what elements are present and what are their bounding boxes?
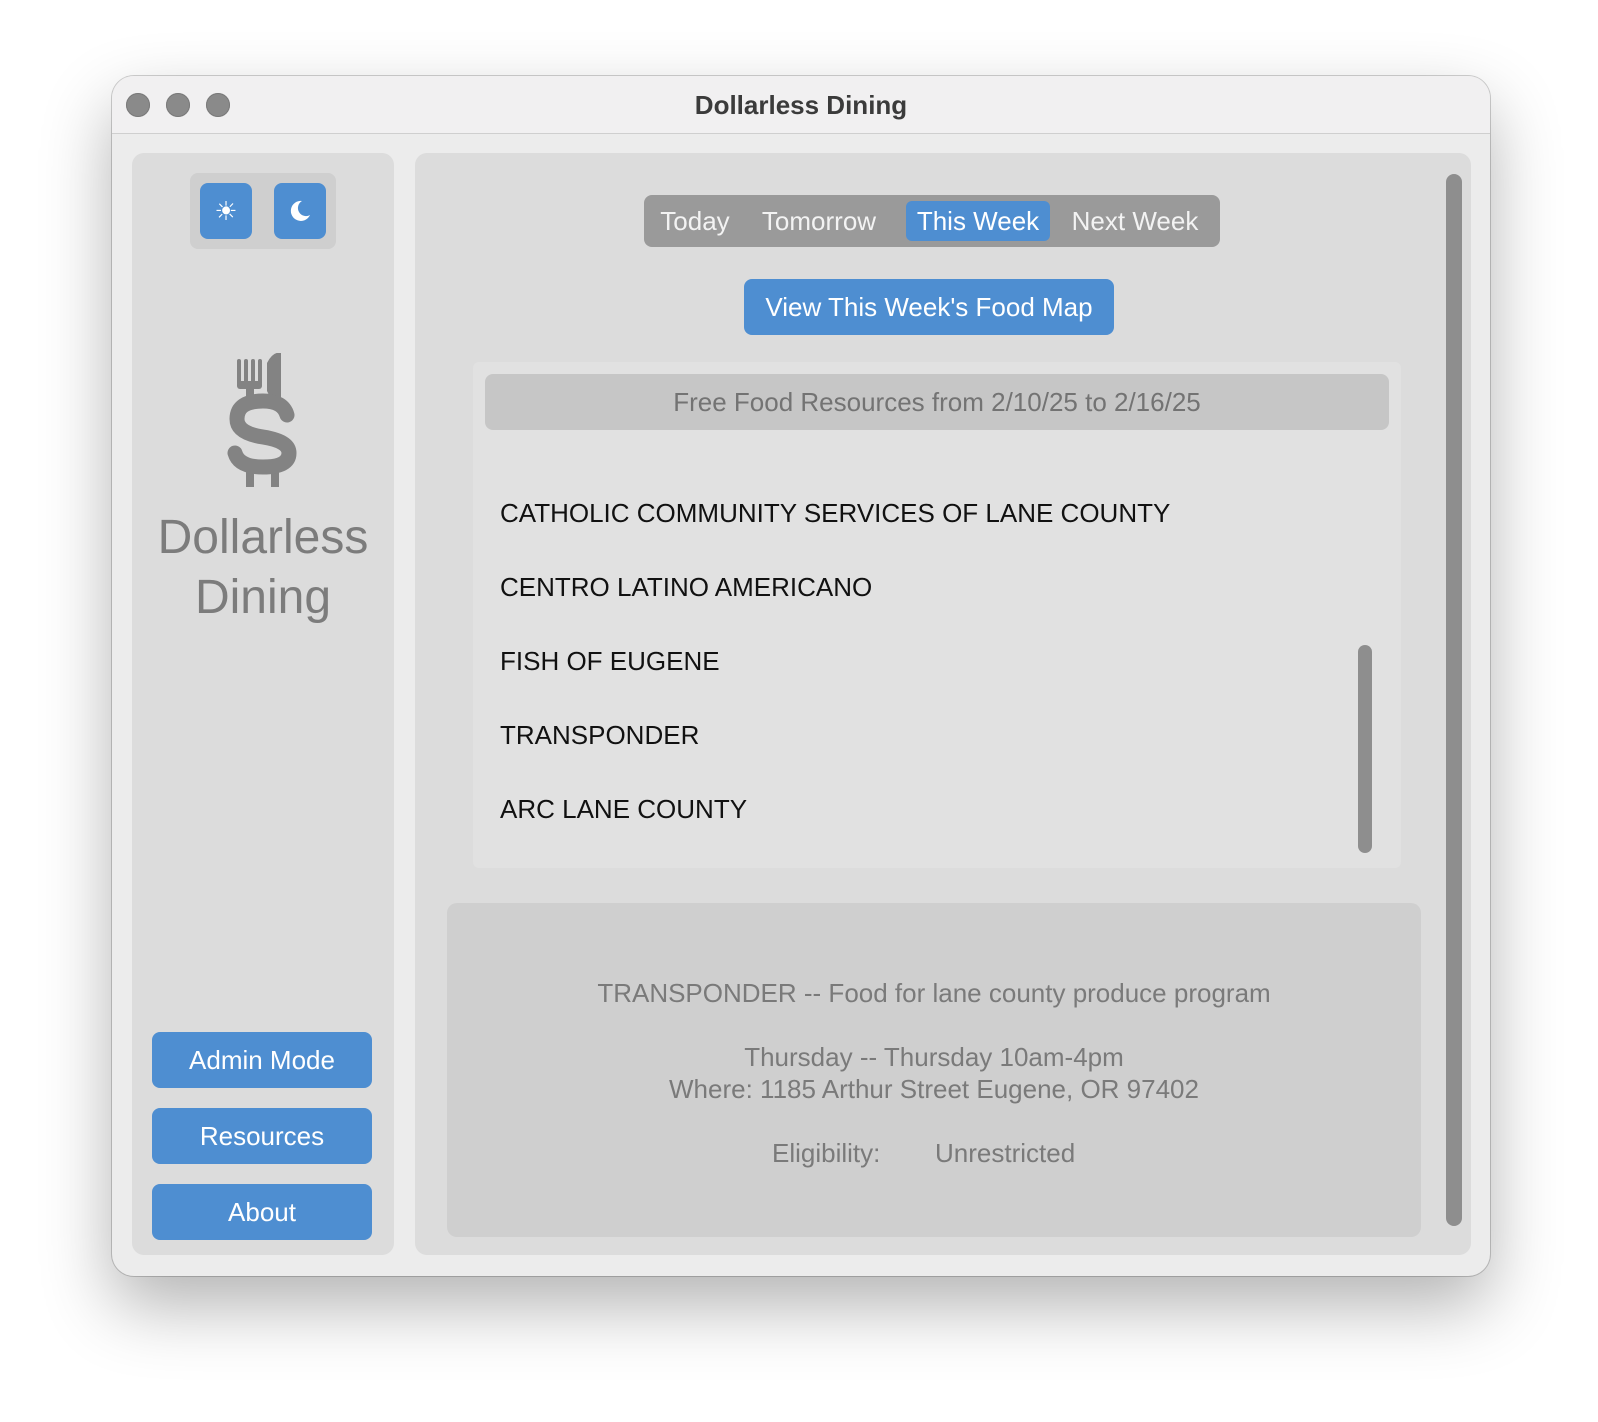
- sidebar: ☀ Dollarless Dining Admin Mode Resources…: [132, 153, 394, 1255]
- list-item[interactable]: CENTRO LATINO AMERICANO: [500, 567, 872, 607]
- detail-title: TRANSPONDER -- Food for lane county prod…: [597, 978, 1271, 1008]
- list-item[interactable]: TRANSPONDER: [500, 715, 699, 755]
- resource-list-header: Free Food Resources from 2/10/25 to 2/16…: [485, 374, 1389, 430]
- sun-icon: ☀: [214, 195, 238, 226]
- resources-button[interactable]: Resources: [152, 1108, 372, 1164]
- app-name-line-1: Dollarless: [157, 511, 369, 564]
- date-range-tabs: Today Tomorrow This Week Next Week: [644, 195, 1220, 247]
- theme-toggle-group: ☀: [190, 173, 336, 249]
- view-food-map-button[interactable]: View This Week's Food Map: [744, 279, 1114, 335]
- detail-address: Where: 1185 Arthur Street Eugene, OR 974…: [669, 1074, 1199, 1104]
- main-panel: Today Tomorrow This Week Next Week View …: [415, 153, 1471, 1255]
- main-scrollbar[interactable]: [1446, 174, 1462, 1226]
- list-item[interactable]: CATHOLIC COMMUNITY SERVICES OF LANE COUN…: [500, 493, 1170, 533]
- dark-mode-button[interactable]: [274, 183, 326, 239]
- fork-knife-dollar-logo: [227, 353, 297, 487]
- eligibility-value: Unrestricted: [935, 1138, 1076, 1168]
- about-button[interactable]: About: [152, 1184, 372, 1240]
- light-mode-button[interactable]: ☀: [200, 183, 252, 239]
- resource-list: Free Food Resources from 2/10/25 to 2/16…: [473, 362, 1401, 868]
- list-item[interactable]: FISH OF EUGENE: [500, 641, 720, 681]
- moon-icon: [290, 200, 310, 221]
- app-name-line-2: Dining: [194, 571, 332, 624]
- tab-this-week[interactable]: This Week: [906, 201, 1050, 241]
- app-window: Dollarless Dining ☀ Dollarless Dining Ad…: [112, 76, 1490, 1276]
- tab-today[interactable]: Today: [652, 201, 738, 241]
- tab-tomorrow[interactable]: Tomorrow: [754, 201, 884, 241]
- tab-next-week[interactable]: Next Week: [1060, 201, 1210, 241]
- eligibility-label: Eligibility:: [772, 1138, 881, 1168]
- resource-detail-panel: TRANSPONDER -- Food for lane county prod…: [447, 903, 1421, 1237]
- detail-schedule: Thursday -- Thursday 10am-4pm: [744, 1042, 1124, 1072]
- app-name: Dollarless Dining: [132, 508, 394, 628]
- admin-mode-button[interactable]: Admin Mode: [152, 1032, 372, 1088]
- list-item[interactable]: ARC LANE COUNTY: [500, 789, 747, 829]
- list-scrollbar[interactable]: [1358, 645, 1372, 853]
- window-title: Dollarless Dining: [694, 90, 908, 120]
- title-bar: Dollarless Dining: [112, 76, 1490, 134]
